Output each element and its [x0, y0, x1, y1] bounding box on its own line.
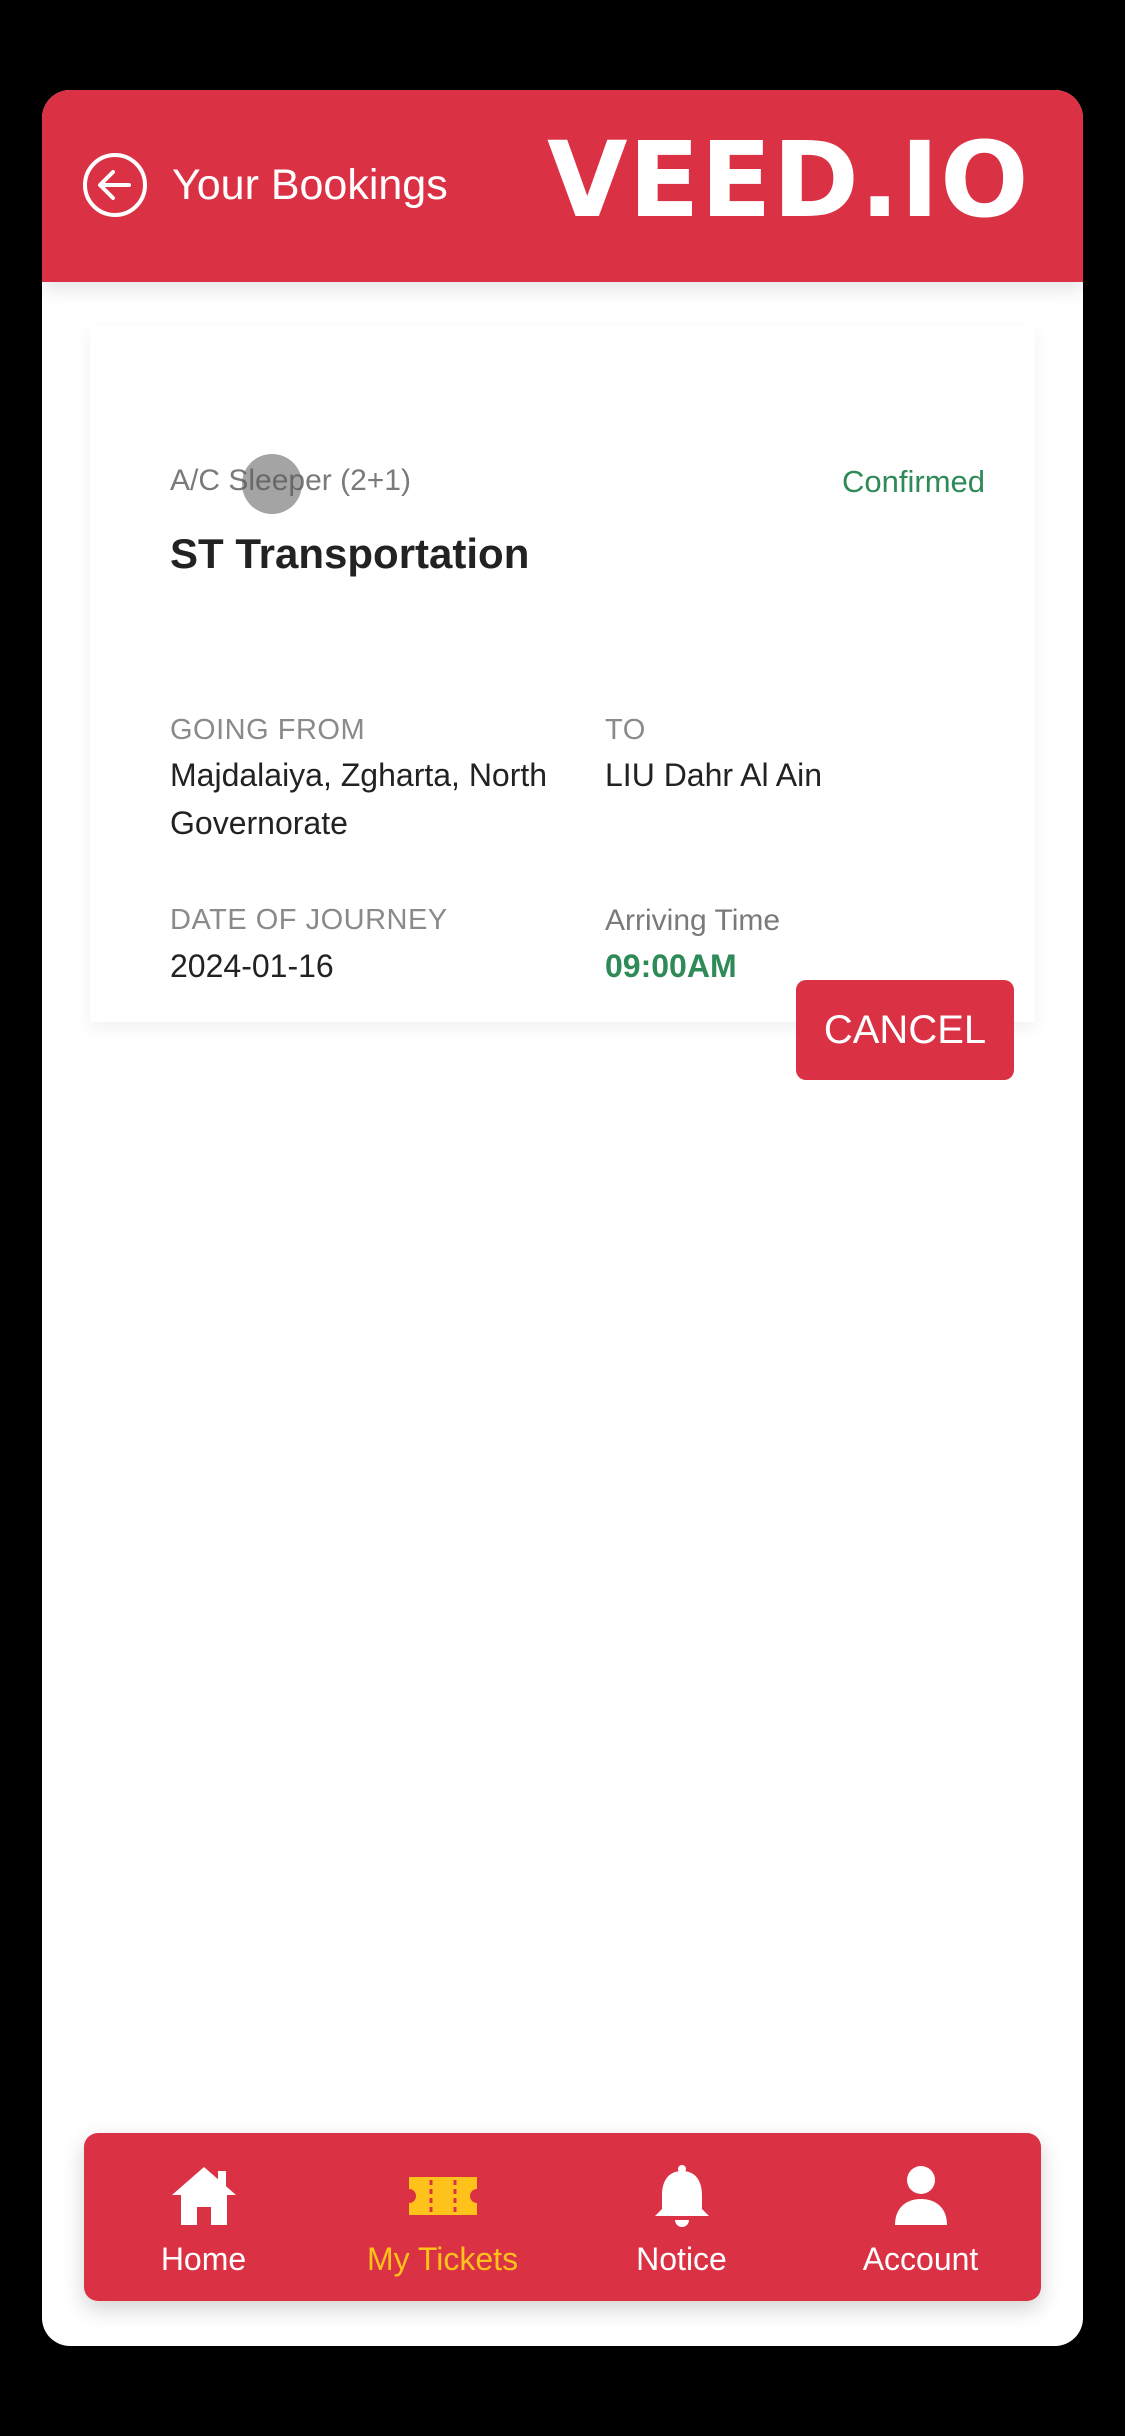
header-bar: Your Bookings VEED.IO [42, 90, 1083, 282]
date-of-journey-value: 2024-01-16 [170, 948, 334, 984]
date-of-journey-label: DATE OF JOURNEY [170, 904, 448, 936]
bell-icon [654, 2165, 709, 2227]
arriving-time-value: 09:00AM [605, 948, 737, 984]
ticket-icon [408, 2177, 477, 2215]
bottom-navigation: Home My Tickets Notice Account [84, 2133, 1041, 2301]
nav-label-account: Account [862, 2241, 979, 2277]
nav-item-home[interactable]: Home [84, 2133, 323, 2301]
arriving-time-label: Arriving Time [605, 904, 781, 937]
nav-item-my-tickets[interactable]: My Tickets [323, 2133, 562, 2301]
going-from-value: Majdalaiya, Zgharta, North Governorate [170, 757, 548, 841]
nav-item-account[interactable]: Account [801, 2133, 1040, 2301]
nav-label-notice: Notice [636, 2241, 727, 2277]
status-badge: Confirmed [842, 464, 985, 499]
back-button[interactable] [82, 152, 148, 218]
touch-indicator [242, 454, 302, 514]
operator-name: ST Transportation [170, 530, 530, 577]
nav-item-notice[interactable]: Notice [562, 2133, 801, 2301]
booking-card[interactable]: A/C Sleeper (2+1) Confirmed ST Transport… [90, 326, 1035, 1080]
person-icon [894, 2166, 947, 2225]
cancel-button[interactable]: CANCEL [796, 980, 1014, 1080]
back-arrow-icon [83, 153, 147, 217]
going-from-label: GOING FROM [170, 714, 366, 746]
to-label: TO [605, 714, 646, 746]
home-icon [171, 2167, 236, 2225]
nav-label-home: Home [160, 2241, 247, 2277]
phone-screen: Your Bookings VEED.IO A/C Sleeper (2+1) … [42, 90, 1083, 2346]
nav-label-my-tickets: My Tickets [366, 2241, 519, 2277]
page-title: Your Bookings [172, 161, 448, 209]
brand-watermark: VEED.IO [547, 119, 1030, 241]
to-value: LIU Dahr Al Ain [605, 757, 822, 793]
